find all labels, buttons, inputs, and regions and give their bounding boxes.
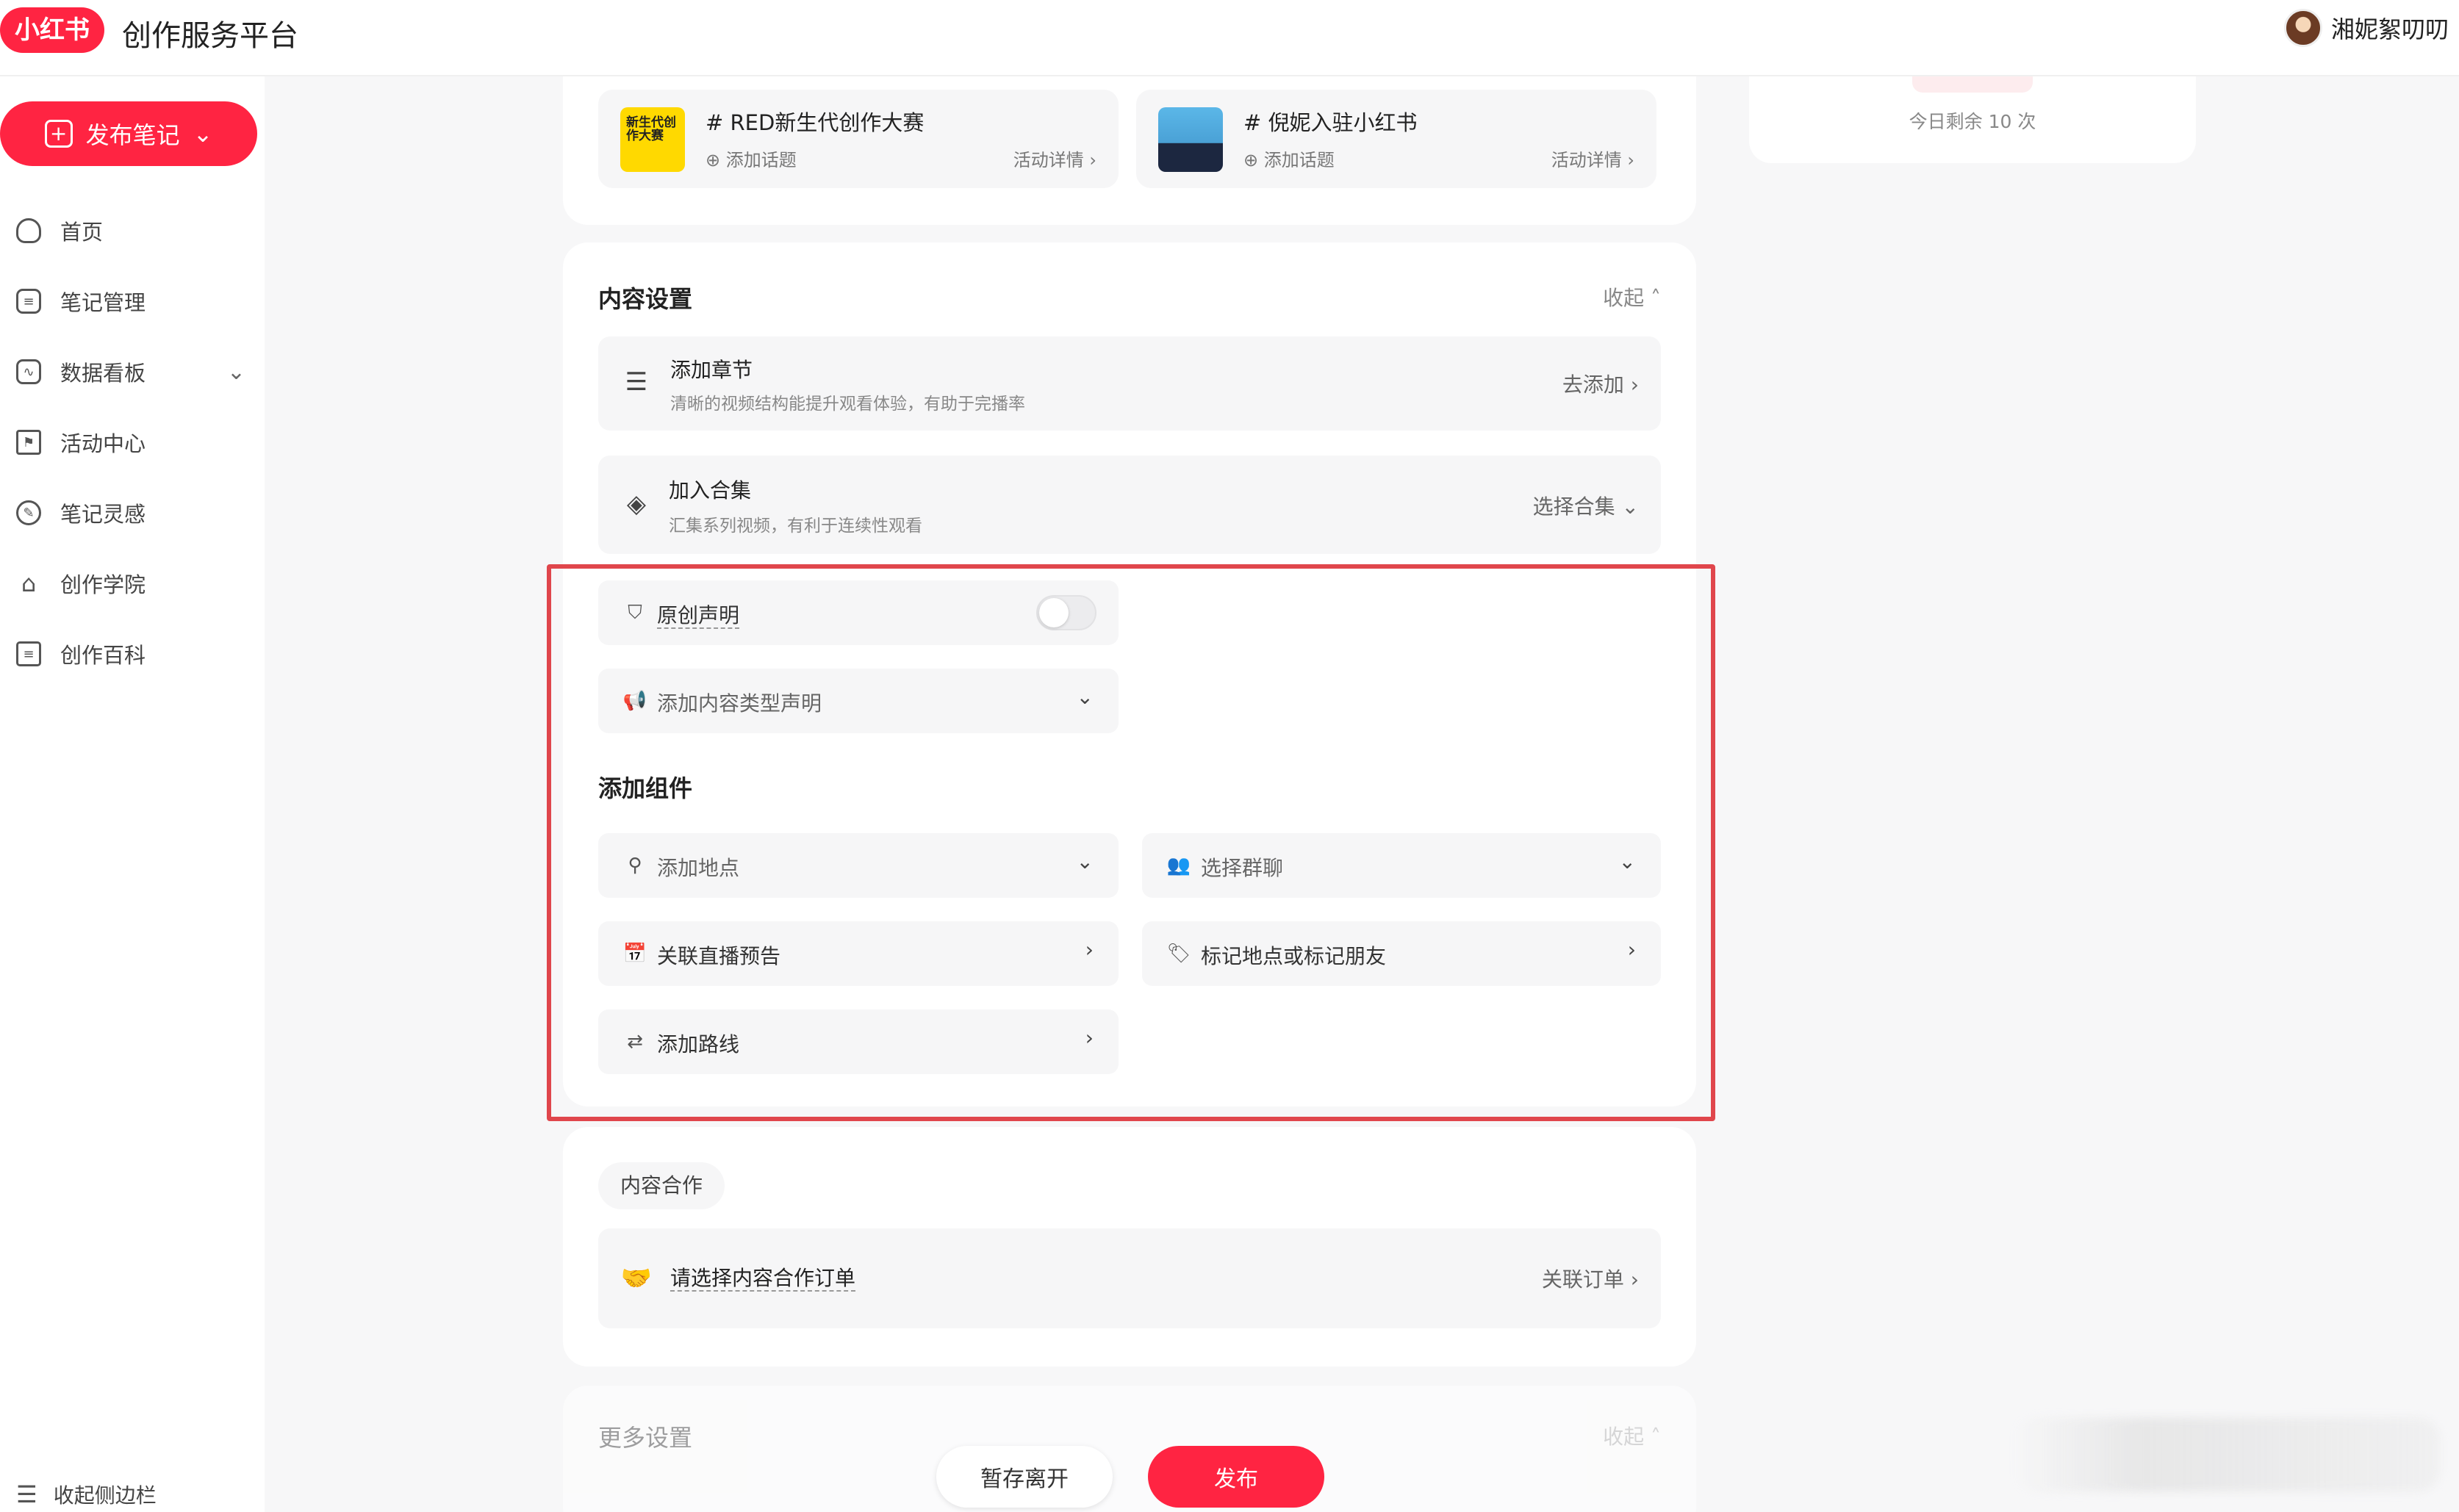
- chevron-up-icon: ˄: [1644, 286, 1661, 310]
- link-order-button[interactable]: 关联订单 ›: [1542, 1264, 1639, 1293]
- sidebar-item-academy[interactable]: ⌂ 创作学院: [16, 563, 251, 604]
- avatar[interactable]: [2283, 9, 2322, 47]
- activity-card[interactable]: 新生代创作大赛 # RED新生代创作大赛 ⊕ 添加话题 活动详情 ›: [598, 90, 1119, 188]
- activity-thumbnail: [1158, 107, 1223, 172]
- highlight-box: [547, 564, 1715, 1121]
- sidebar-item-label: 数据看板: [60, 361, 146, 386]
- collapse-label: 收起: [1603, 1425, 1645, 1449]
- sidebar-item-wiki[interactable]: ≡ 创作百科: [16, 633, 251, 674]
- activity-title: # 倪妮入驻小红书: [1243, 110, 1418, 135]
- top-bar: 小红书 创作服务平台 湘妮絮叨叨: [0, 0, 2459, 76]
- chart-icon: ∿: [16, 359, 41, 384]
- activity-section: 新生代创作大赛 # RED新生代创作大赛 ⊕ 添加话题 活动详情 › # 倪妮入…: [563, 76, 1696, 225]
- sidebar-item-label: 笔记灵感: [60, 502, 146, 527]
- collection-title: 加入合集: [669, 478, 752, 503]
- add-topic-button[interactable]: ⊕ 添加话题: [1243, 145, 1335, 171]
- activity-detail-link[interactable]: 活动详情 ›: [1551, 145, 1634, 171]
- plus-icon: +: [44, 120, 73, 148]
- sidebar-item-dashboard[interactable]: ∿ 数据看板 ⌄: [16, 351, 251, 392]
- add-topic-label: 添加话题: [1263, 150, 1335, 170]
- layers-icon: ◈: [626, 489, 647, 519]
- flag-icon: ⚑: [16, 430, 41, 455]
- activity-thumbnail: 新生代创作大赛: [620, 107, 685, 172]
- activity-detail-link[interactable]: 活动详情 ›: [1013, 145, 1096, 171]
- cooperation-order-row[interactable]: 🤝 请选择内容合作订单 关联订单 ›: [598, 1228, 1661, 1328]
- cooperation-order-label: 请选择内容合作订单: [670, 1262, 856, 1292]
- collapse-sidebar-label: 收起侧边栏: [53, 1483, 157, 1508]
- add-topic-button[interactable]: ⊕ 添加话题: [706, 145, 797, 171]
- right-panel-pill: [1912, 76, 2033, 93]
- bulb-icon: ✎: [16, 500, 41, 525]
- remaining-count: 今日剩余 10 次: [1909, 111, 2036, 132]
- chevron-right-icon: ›: [1083, 150, 1096, 170]
- sidebar: + 发布笔记 ⌄ 首页 ≡ 笔记管理 ∿ 数据看板 ⌄ ⚑ 活动中心 ✎ 笔记灵…: [0, 76, 265, 1512]
- sidebar-item-label: 笔记管理: [60, 290, 146, 315]
- select-collection-dropdown[interactable]: 选择合集 ⌄: [1533, 491, 1639, 520]
- more-settings-title: 更多设置: [598, 1424, 693, 1452]
- chevron-down-icon: ⌄: [193, 120, 213, 148]
- handshake-icon: 🤝: [620, 1264, 653, 1293]
- chevron-right-icon: ›: [1621, 150, 1634, 170]
- content-settings-title: 内容设置: [598, 285, 693, 313]
- plus-circle-icon: ⊕: [706, 150, 726, 170]
- collapse-icon: ☰: [16, 1480, 37, 1508]
- chevron-up-icon: ˄: [1644, 1425, 1661, 1449]
- add-chapter-row[interactable]: ☰ 添加章节 清晰的视频结构能提升观看体验，有助于完播率 去添加 ›: [598, 336, 1661, 431]
- user-menu[interactable]: 湘妮絮叨叨: [2283, 9, 2449, 47]
- home-icon: [16, 218, 41, 243]
- publish-note-label: 发布笔记: [85, 121, 180, 149]
- chevron-right-icon: ›: [1623, 1267, 1639, 1292]
- collapse-sidebar-button[interactable]: ☰ 收起侧边栏: [16, 1480, 157, 1509]
- chapter-desc: 清晰的视频结构能提升观看体验，有助于完播率: [670, 395, 1025, 414]
- plus-circle-icon: ⊕: [1243, 150, 1264, 170]
- more-settings-section: 更多设置 收起 ˄: [563, 1386, 1696, 1512]
- collection-desc: 汇集系列视频，有利于连续性观看: [669, 516, 922, 536]
- sidebar-item-notes[interactable]: ≡ 笔记管理: [16, 281, 251, 322]
- academy-icon: ⌂: [21, 569, 37, 597]
- cooperation-section: 内容合作 🤝 请选择内容合作订单 关联订单 ›: [563, 1127, 1696, 1367]
- activity-detail-label: 活动详情: [1013, 150, 1084, 170]
- book-icon: ≡: [16, 641, 41, 666]
- activity-card[interactable]: # 倪妮入驻小红书 ⊕ 添加话题 活动详情 ›: [1136, 90, 1656, 188]
- add-collection-row[interactable]: ◈ 加入合集 汇集系列视频，有利于连续性观看 选择合集 ⌄: [598, 456, 1661, 554]
- sidebar-item-label: 创作百科: [60, 643, 146, 668]
- publish-button[interactable]: 发布: [1148, 1446, 1324, 1508]
- publish-note-button[interactable]: + 发布笔记 ⌄: [0, 101, 257, 166]
- note-icon: ≡: [16, 289, 41, 314]
- cooperation-tag: 内容合作: [598, 1162, 725, 1209]
- right-panel: 今日剩余 10 次: [1749, 76, 2196, 163]
- activity-title: # RED新生代创作大赛: [706, 110, 925, 135]
- chapter-title: 添加章节: [670, 358, 753, 382]
- thumbnail-text: 新生代创作大赛: [626, 115, 676, 143]
- sidebar-item-activity[interactable]: ⚑ 活动中心: [16, 422, 251, 463]
- blurred-overlay: [2014, 1418, 2440, 1491]
- more-settings-collapse[interactable]: 收起 ˄: [1603, 1421, 1661, 1450]
- collapse-button[interactable]: 收起 ˄: [1603, 282, 1661, 312]
- app-title: 创作服务平台: [122, 19, 298, 53]
- brand-logo[interactable]: 小红书: [0, 7, 104, 53]
- add-topic-label: 添加话题: [725, 150, 797, 170]
- sidebar-item-inspiration[interactable]: ✎ 笔记灵感: [16, 492, 251, 533]
- chevron-down-icon[interactable]: ⌄: [227, 359, 245, 385]
- sidebar-item-home[interactable]: 首页: [16, 210, 251, 251]
- select-collection-label: 选择合集: [1532, 494, 1615, 519]
- cooperation-order-text: 请选择内容合作订单: [670, 1266, 856, 1292]
- chevron-down-icon: ⌄: [1615, 494, 1639, 519]
- save-draft-button[interactable]: 暂存离开: [936, 1446, 1113, 1508]
- add-chapter-label: 去添加: [1562, 372, 1624, 397]
- user-name[interactable]: 湘妮絮叨叨: [2331, 11, 2449, 45]
- sidebar-item-label: 活动中心: [60, 431, 146, 456]
- sidebar-item-label: 首页: [60, 220, 104, 245]
- chevron-right-icon: ›: [1623, 372, 1639, 397]
- list-icon: ☰: [625, 367, 648, 397]
- collapse-label: 收起: [1603, 286, 1645, 310]
- add-chapter-button[interactable]: 去添加 ›: [1562, 369, 1639, 398]
- link-order-label: 关联订单: [1541, 1267, 1624, 1292]
- sidebar-item-label: 创作学院: [60, 572, 146, 597]
- activity-detail-label: 活动详情: [1551, 150, 1622, 170]
